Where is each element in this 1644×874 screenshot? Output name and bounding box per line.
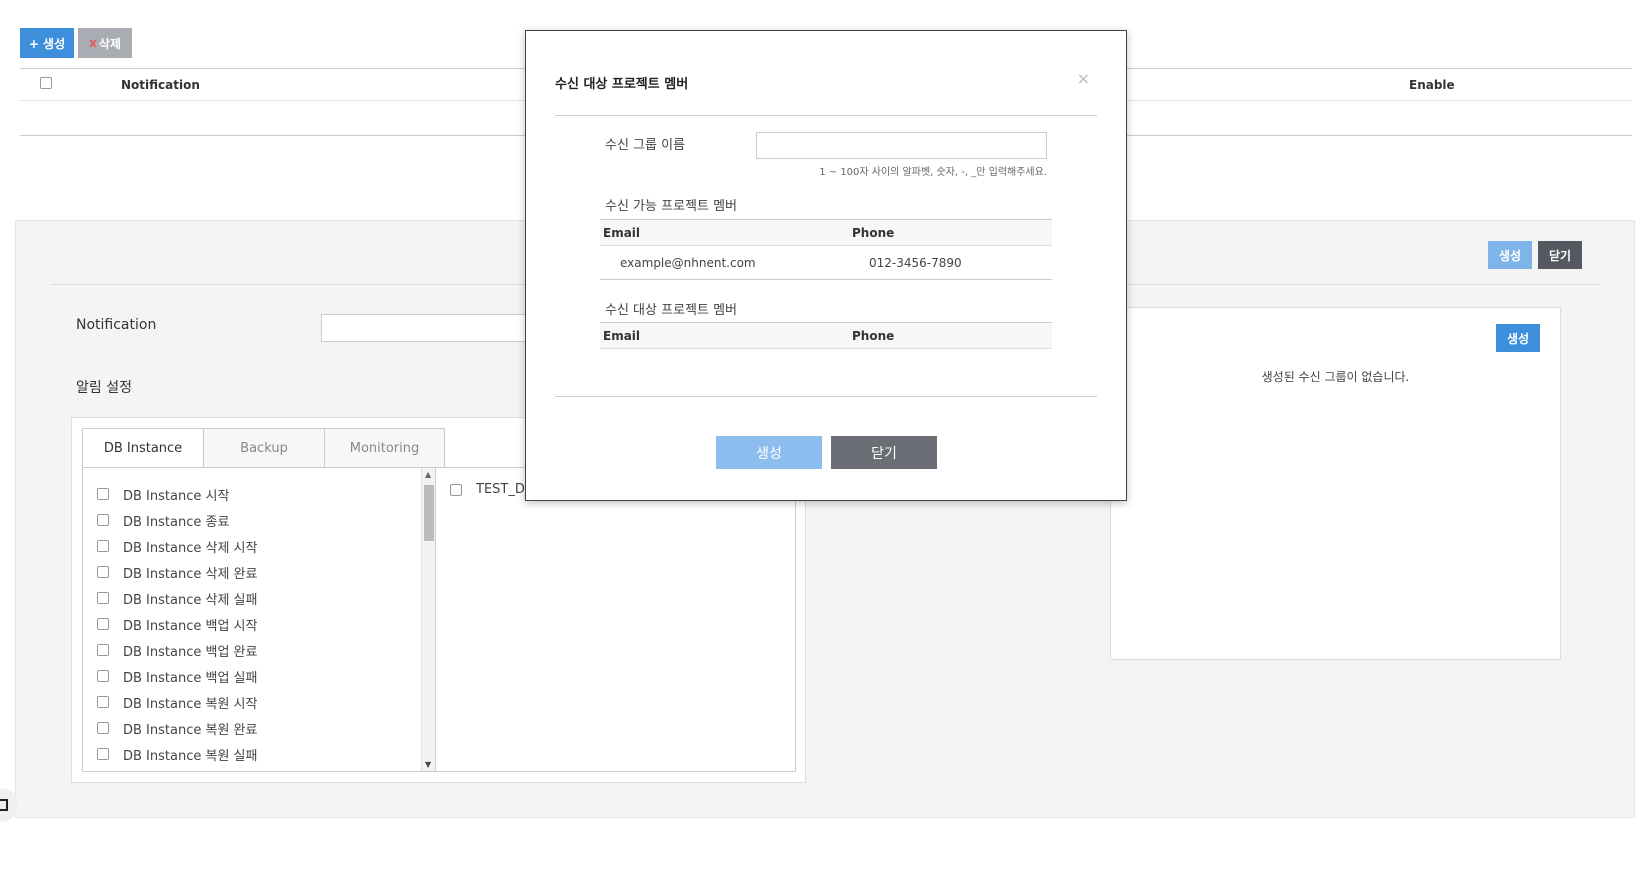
event-label: DB Instance 복원 완료 (123, 722, 258, 738)
event-label: DB Instance 삭제 실패 (123, 592, 258, 608)
event-label: DB Instance 종료 (123, 514, 230, 530)
close-icon[interactable]: × (1077, 69, 1090, 88)
table-row[interactable]: example@nhnent.com 012-3456-7890 (600, 246, 1052, 280)
list-item[interactable]: DB Instance 백업 실패 (83, 663, 435, 689)
available-members-label: 수신 가능 프로젝트 멤버 (605, 199, 737, 214)
event-checkbox[interactable] (97, 722, 109, 734)
chevron-right-icon (0, 799, 8, 811)
list-item[interactable]: DB Instance 시작 (83, 481, 435, 507)
column-phone: Phone (852, 226, 895, 240)
list-item[interactable]: DB Instance 복원 완료 (83, 715, 435, 741)
table-header: Email Phone (600, 219, 1052, 246)
modal-create-button[interactable]: 생성 (716, 436, 822, 469)
target-label: TEST_D_ (476, 482, 532, 497)
target-list: TEST_D_ (436, 467, 796, 772)
event-checkbox[interactable] (97, 748, 109, 760)
tab-backup[interactable]: Backup (203, 428, 324, 468)
member-email: example@nhnent.com (620, 256, 756, 270)
column-enable: Enable (1409, 78, 1455, 92)
panel-create-button[interactable]: 생성 (1488, 241, 1532, 269)
modal-divider (555, 396, 1097, 397)
available-members-table: Email Phone example@nhnent.com 012-3456-… (600, 219, 1052, 280)
column-email: Email (603, 226, 641, 240)
list-item[interactable]: DB Instance 백업 시작 (83, 611, 435, 637)
event-label: DB Instance 복원 시작 (123, 696, 258, 712)
column-phone: Phone (852, 329, 895, 343)
event-checkbox[interactable] (97, 488, 109, 500)
group-name-hint: 1 ~ 100자 사이의 알파벳, 숫자, -, _만 입력해주세요. (819, 167, 1047, 178)
delete-button[interactable]: x 삭제 (78, 28, 132, 58)
target-checkbox[interactable] (450, 483, 462, 496)
event-label: DB Instance 백업 완료 (123, 644, 258, 660)
target-members-label: 수신 대상 프로젝트 멤버 (605, 303, 737, 318)
panel-actions: 생성 닫기 (1488, 241, 1582, 269)
panel-close-button[interactable]: 닫기 (1538, 241, 1582, 269)
event-label: DB Instance 삭제 완료 (123, 566, 258, 582)
event-checkbox[interactable] (97, 540, 109, 552)
alert-settings-label: 알림 설정 (76, 380, 132, 396)
event-label: DB Instance 복원 실패 (123, 748, 258, 764)
delete-x-icon: x (89, 36, 97, 50)
event-label: DB Instance 백업 시작 (123, 618, 258, 634)
column-email: Email (603, 329, 641, 343)
event-checkbox[interactable] (97, 566, 109, 578)
notification-name-input[interactable] (321, 314, 541, 342)
event-checkbox[interactable] (97, 696, 109, 708)
scrollbar-thumb[interactable] (424, 485, 434, 541)
event-checkbox[interactable] (97, 644, 109, 656)
event-checkbox[interactable] (97, 618, 109, 630)
toolbar: + 생성 x 삭제 (20, 28, 132, 58)
table-header: Email Phone (600, 322, 1052, 349)
modal-close-button[interactable]: 닫기 (831, 436, 937, 469)
modal-divider (555, 115, 1097, 116)
tab-monitoring[interactable]: Monitoring (324, 428, 445, 468)
modal-actions: 생성 닫기 (716, 436, 937, 469)
event-checkbox[interactable] (97, 592, 109, 604)
groups-create-button[interactable]: 생성 (1496, 324, 1540, 352)
select-all-checkbox[interactable] (40, 77, 52, 89)
list-item[interactable]: DB Instance 종료 (83, 507, 435, 533)
event-label: DB Instance 시작 (123, 488, 230, 504)
event-tabs: DB Instance Backup Monitoring (82, 428, 445, 468)
arrow-down-icon[interactable]: ▼ (425, 760, 431, 769)
receive-groups-box: 생성 생성된 수신 그룹이 없습니다. (1110, 307, 1561, 660)
event-list: DB Instance 시작 DB Instance 종료 DB Instanc… (82, 467, 436, 772)
list-item[interactable]: DB Instance 복원 실패 (83, 741, 435, 767)
event-label: DB Instance 삭제 시작 (123, 540, 258, 556)
event-label: DB Instance 백업 실패 (123, 670, 258, 686)
event-checkbox[interactable] (97, 670, 109, 682)
create-button[interactable]: + 생성 (20, 28, 74, 58)
notification-label: Notification (76, 317, 157, 333)
event-checkbox[interactable] (97, 514, 109, 526)
list-item[interactable]: DB Instance 삭제 완료 (83, 559, 435, 585)
list-item[interactable]: DB Instance 삭제 실패 (83, 585, 435, 611)
event-list-scrollbar[interactable]: ▲ ▼ (421, 468, 435, 771)
list-item[interactable]: DB Instance 삭제 시작 (83, 533, 435, 559)
modal-title: 수신 대상 프로젝트 멤버 (555, 77, 689, 92)
delete-label: 삭제 (98, 36, 121, 51)
member-phone: 012-3456-7890 (869, 256, 962, 270)
target-members-table: Email Phone (600, 322, 1052, 349)
list-item[interactable]: DB Instance 백업 완료 (83, 637, 435, 663)
arrow-up-icon[interactable]: ▲ (425, 470, 431, 479)
tab-db-instance[interactable]: DB Instance (82, 428, 203, 468)
column-notification: Notification (121, 78, 200, 92)
receive-members-modal: 수신 대상 프로젝트 멤버 × 수신 그룹 이름 1 ~ 100자 사이의 알파… (525, 30, 1127, 501)
list-item[interactable]: DB Instance 복원 시작 (83, 689, 435, 715)
groups-empty-message: 생성된 수신 그룹이 없습니다. (1261, 370, 1410, 384)
group-name-input[interactable] (756, 132, 1047, 159)
group-name-label: 수신 그룹 이름 (605, 138, 686, 153)
